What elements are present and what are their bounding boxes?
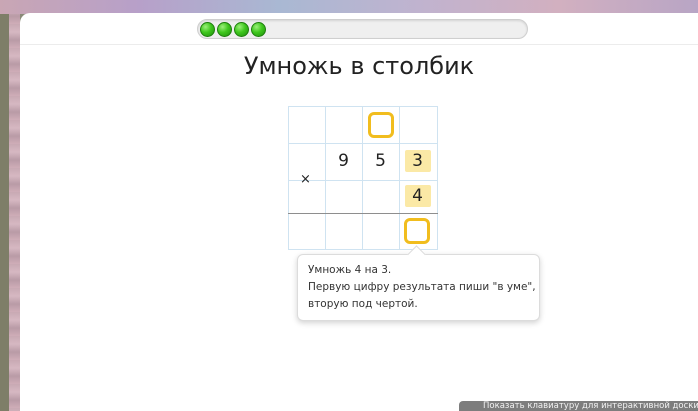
background-pattern-top bbox=[0, 0, 698, 14]
grid-line bbox=[288, 106, 289, 250]
grid-line bbox=[288, 106, 438, 107]
result-digit-input[interactable] bbox=[404, 218, 430, 244]
background-edge bbox=[0, 0, 9, 411]
grid-line bbox=[437, 106, 438, 250]
progress-dot bbox=[234, 22, 249, 37]
hint-line: вторую под чертой. bbox=[308, 298, 418, 310]
column-multiplication-grid: 9 5 3 × 4 bbox=[288, 106, 438, 250]
hint-tooltip: Умножь 4 на 3. Первую цифру результата п… bbox=[297, 254, 540, 321]
show-keyboard-button[interactable]: Показать клавиатуру для интерактивной до… bbox=[459, 401, 698, 411]
multiply-sign: × bbox=[300, 172, 311, 187]
multiplier-digit: 4 bbox=[412, 186, 423, 206]
multiplicand-digit: 9 bbox=[338, 151, 349, 171]
multiplicand-digit: 5 bbox=[375, 151, 386, 171]
progress-dot bbox=[217, 22, 232, 37]
carry-digit-input[interactable] bbox=[368, 112, 394, 138]
hint-line: Первую цифру результата пиши "в уме", bbox=[308, 281, 536, 293]
multiplicand-digit: 3 bbox=[412, 151, 423, 171]
page-title: Умножь в столбик bbox=[243, 52, 475, 80]
hint-line: Умножь 4 на 3. bbox=[308, 264, 392, 276]
progress-dot bbox=[200, 22, 215, 37]
progress-dot bbox=[251, 22, 266, 37]
